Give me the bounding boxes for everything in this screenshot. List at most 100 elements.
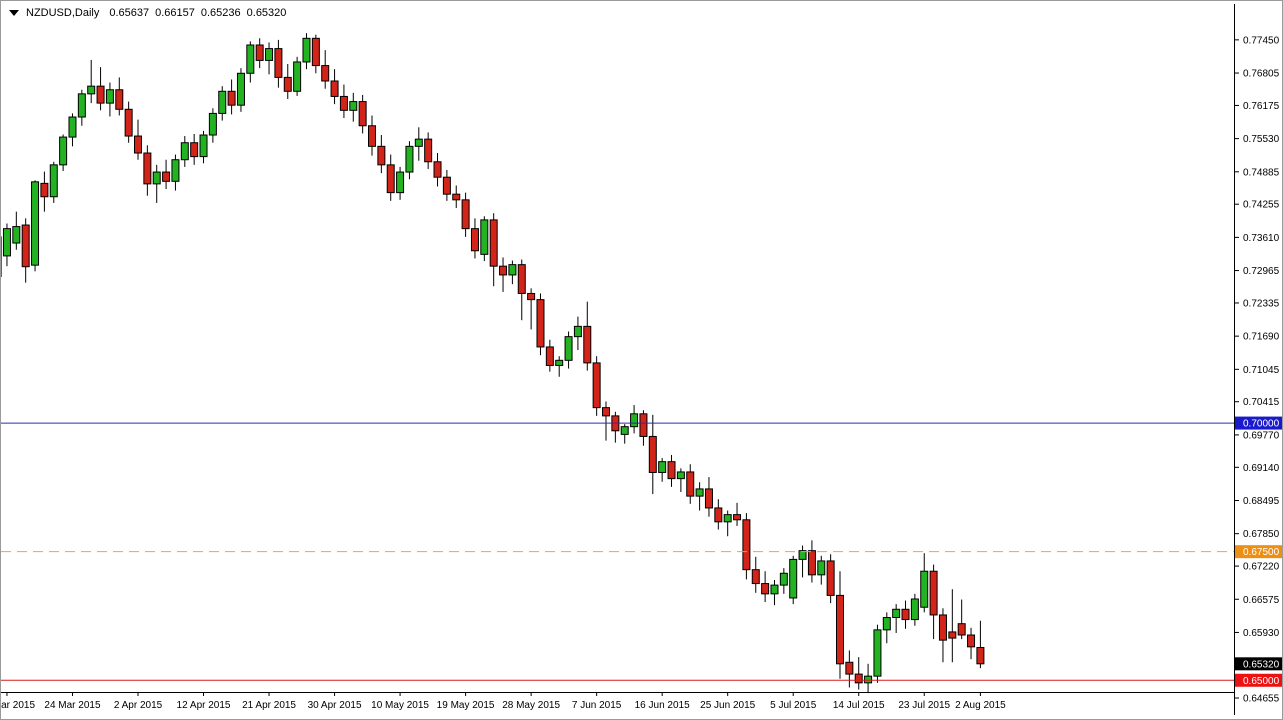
candlestick-chart[interactable]: 0.774500.768050.761750.755300.748850.742… bbox=[1, 1, 1283, 720]
price-tick-label: 0.64655 bbox=[1243, 694, 1280, 705]
candle-down bbox=[687, 472, 694, 496]
candle-up bbox=[32, 182, 39, 265]
candle-down bbox=[837, 595, 844, 663]
price-tick-label: 0.65930 bbox=[1243, 628, 1280, 639]
candle-up bbox=[631, 414, 638, 427]
candle-down bbox=[603, 408, 610, 416]
candle-down bbox=[256, 45, 263, 60]
candle-down bbox=[855, 674, 862, 683]
candle-up bbox=[181, 143, 188, 160]
candle-down bbox=[369, 126, 376, 147]
price-tick-label: 0.67850 bbox=[1243, 529, 1280, 540]
symbol-period-label: NZDUSD,Daily bbox=[26, 7, 99, 19]
candle-up bbox=[397, 172, 404, 193]
candle-down bbox=[135, 136, 142, 153]
candle-up bbox=[556, 360, 563, 365]
candle-up bbox=[911, 599, 918, 620]
candle-up bbox=[893, 609, 900, 617]
price-tick-label: 0.68495 bbox=[1243, 496, 1280, 507]
candle-down bbox=[949, 632, 956, 638]
symbol-dropdown-icon[interactable] bbox=[9, 10, 19, 16]
candle-down bbox=[715, 508, 722, 522]
candle-down bbox=[762, 584, 769, 594]
candle-down bbox=[827, 561, 834, 595]
open-value: 0.65637 bbox=[109, 7, 149, 19]
candle-up bbox=[790, 559, 797, 598]
price-tick-label: 0.69140 bbox=[1243, 463, 1280, 474]
time-tick-label: 2 Apr 2015 bbox=[114, 700, 163, 711]
candle-down bbox=[116, 90, 123, 110]
candle-up bbox=[677, 472, 684, 479]
low-value: 0.65236 bbox=[201, 7, 241, 19]
candle-down bbox=[163, 172, 170, 181]
high-value: 0.66157 bbox=[155, 7, 195, 19]
price-tick-label: 0.71690 bbox=[1243, 332, 1280, 343]
time-tick-label: 12 Apr 2015 bbox=[177, 700, 231, 711]
candle-down bbox=[902, 609, 909, 619]
time-tick-label: 15 Mar 2015 bbox=[1, 700, 35, 711]
price-tick-label: 0.72965 bbox=[1243, 266, 1280, 277]
price-tick-label: 0.74255 bbox=[1243, 200, 1280, 211]
candle-down bbox=[443, 177, 450, 194]
candle-up bbox=[574, 326, 581, 336]
candle-down bbox=[490, 220, 497, 266]
candle-down bbox=[387, 165, 394, 193]
price-tick-label: 0.66575 bbox=[1243, 595, 1280, 606]
candle-up bbox=[106, 90, 113, 103]
candle-down bbox=[191, 143, 198, 157]
candle-down bbox=[378, 146, 385, 165]
candle-down bbox=[22, 225, 29, 267]
candle-down bbox=[518, 265, 525, 294]
candle-down bbox=[958, 624, 965, 635]
candle-down bbox=[546, 347, 553, 366]
price-tick-label: 0.76175 bbox=[1243, 101, 1280, 112]
price-tick-label: 0.76805 bbox=[1243, 69, 1280, 80]
candle-down bbox=[434, 162, 441, 177]
candle-down bbox=[228, 91, 235, 105]
candle-down bbox=[968, 635, 975, 647]
candle-up bbox=[921, 571, 928, 607]
candle-up bbox=[415, 139, 422, 146]
candle-up bbox=[350, 102, 357, 111]
candle-up bbox=[724, 515, 731, 522]
chart-header: NZDUSD,Daily 0.65637 0.66157 0.65236 0.6… bbox=[9, 7, 292, 19]
candle-down bbox=[846, 662, 853, 674]
time-tick-label: 2 Aug 2015 bbox=[955, 700, 1006, 711]
current-price-badge-label: 0.65320 bbox=[1243, 659, 1280, 670]
price-tick-label: 0.67220 bbox=[1243, 562, 1280, 573]
candle-up bbox=[13, 227, 20, 243]
close-value: 0.65320 bbox=[247, 7, 287, 19]
price-tick-label: 0.70415 bbox=[1243, 397, 1280, 408]
candle-up bbox=[509, 265, 516, 275]
time-tick-label: 21 Apr 2015 bbox=[242, 700, 296, 711]
candle-up bbox=[696, 489, 703, 496]
candle-down bbox=[462, 200, 469, 229]
time-tick-label: 16 Jun 2015 bbox=[635, 700, 690, 711]
price-tick-label: 0.72335 bbox=[1243, 298, 1280, 309]
candle-down bbox=[528, 293, 535, 299]
candle-down bbox=[41, 183, 48, 196]
time-tick-label: 28 May 2015 bbox=[502, 700, 560, 711]
candle-down bbox=[359, 102, 366, 126]
time-tick-label: 30 Apr 2015 bbox=[308, 700, 362, 711]
candle-down bbox=[705, 489, 712, 508]
candle-up bbox=[60, 137, 67, 165]
price-tick-label: 0.71045 bbox=[1243, 365, 1280, 376]
price-tick-label: 0.69770 bbox=[1243, 430, 1280, 441]
candle-down bbox=[668, 462, 675, 479]
price-tick-label: 0.77450 bbox=[1243, 35, 1280, 46]
candle-up bbox=[874, 630, 881, 676]
time-tick-label: 24 Mar 2015 bbox=[44, 700, 101, 711]
candle-up bbox=[883, 618, 890, 630]
time-tick-label: 14 Jul 2015 bbox=[833, 700, 885, 711]
level-badge-0.65000-label: 0.65000 bbox=[1243, 676, 1280, 687]
candle-up bbox=[69, 117, 76, 137]
candle-up bbox=[266, 49, 273, 61]
candle-up bbox=[780, 573, 787, 585]
candle-down bbox=[977, 648, 984, 664]
candle-up bbox=[219, 91, 226, 113]
candle-down bbox=[640, 414, 647, 437]
candle-down bbox=[500, 266, 507, 275]
candle-down bbox=[734, 515, 741, 520]
price-tick-label: 0.74885 bbox=[1243, 167, 1280, 178]
